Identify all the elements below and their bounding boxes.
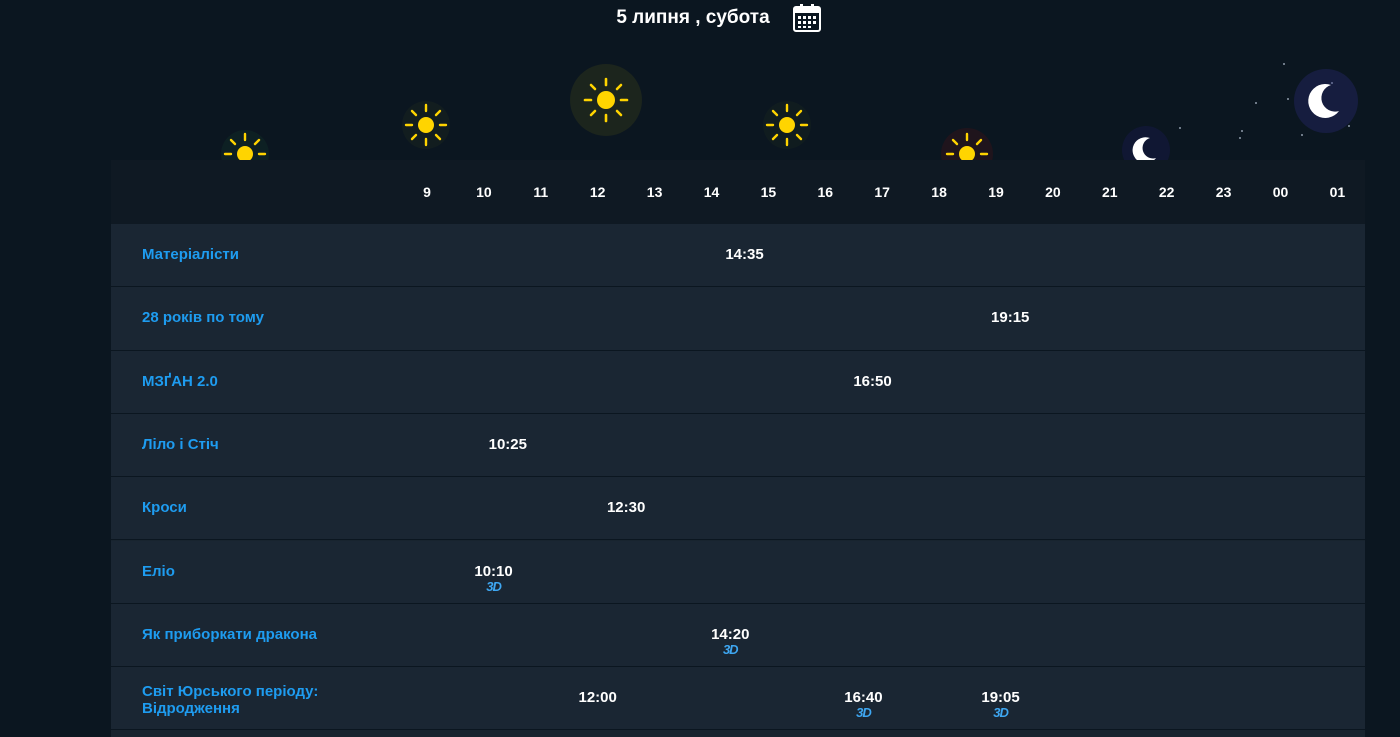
hour-label-19: 19 (988, 184, 1004, 200)
hours-header: 9 10 11 12 13 14 15 16 17 18 19 20 21 22 23 00 01 (111, 160, 1365, 224)
movie-title-link[interactable]: Світ Юрського періоду: Відродження (142, 683, 382, 717)
schedule-table: 9 10 11 12 13 14 15 16 17 18 19 20 21 22 23 00 01 Матері… (111, 160, 1365, 737)
moon-icon (1294, 69, 1358, 133)
date-label: 5 липня , субота (616, 7, 770, 28)
hour-label-20: 20 (1045, 184, 1061, 200)
movie-row: Як приборкати дракона 14:20 3D (111, 603, 1365, 668)
session-time-button[interactable]: 19:05 3D (981, 689, 1019, 720)
day-sky (111, 36, 1365, 160)
sun-icon (221, 130, 269, 160)
session-time: 12:30 (606, 499, 646, 517)
hour-label-16: 16 (817, 184, 834, 200)
sun-icon (570, 64, 642, 136)
hour-label-17: 17 (874, 184, 890, 200)
date-header: 5 липня , субота (0, 0, 1400, 36)
hour-label-18: 18 (931, 184, 947, 200)
movie-row: Еліо 10:10 3D (111, 540, 1365, 604)
session-time-button[interactable]: 19:15 (991, 309, 1029, 326)
format-3d-badge: 3D (856, 705, 872, 721)
hour-label-13: 13 (646, 184, 663, 200)
hour-label-00: 00 (1272, 184, 1289, 200)
session-time: 14:35 (725, 246, 764, 263)
movie-title-link[interactable]: Ліло і Стіч (142, 436, 382, 453)
session-time-button[interactable]: 14:20 3D (711, 626, 749, 657)
calendar-icon[interactable] (790, 1, 824, 35)
hour-label-15: 15 (760, 184, 777, 200)
session-time-button[interactable]: 14:35 (725, 246, 763, 263)
movie-title-link[interactable]: МЗҐАН 2.0 (142, 373, 382, 390)
movie-title-link[interactable]: Матеріалісти (142, 246, 382, 263)
movie-title-link[interactable]: Як приборкати дракона (142, 626, 382, 643)
format-3d-badge: 3D (722, 641, 739, 657)
session-time: 19:05 (981, 689, 1020, 707)
movie-row: МЗҐАН 2.0 16:50 (111, 350, 1365, 414)
movie-row: Світ Юрського періоду: Відродження 12:00 1… (111, 667, 1365, 731)
session-time: 10:10 (474, 562, 513, 580)
session-time-button[interactable]: 16:40 3D (844, 689, 882, 720)
sun-icon (763, 101, 811, 149)
hour-label-11: 11 (533, 184, 549, 200)
session-time-button[interactable]: 12:00 (579, 689, 617, 706)
movie-row: Кроси 12:30 (111, 477, 1365, 541)
movie-row: Матеріалісти 14:35 (111, 224, 1365, 288)
session-time-button[interactable]: 10:25 (489, 436, 527, 453)
session-time: 10:25 (488, 435, 527, 453)
session-time: 14:20 (711, 625, 750, 643)
hour-label-22: 22 (1158, 184, 1175, 200)
session-time-button[interactable]: 16:50 (853, 373, 891, 390)
format-3d-badge: 3D (993, 705, 1009, 721)
movie-title-link[interactable]: Еліо (142, 563, 382, 580)
session-time: 12:00 (578, 689, 617, 707)
session-time: 16:40 (844, 689, 883, 707)
session-time: 19:15 (991, 309, 1030, 327)
movie-row: Ліло і Стіч 10:25 (111, 413, 1365, 478)
hour-label-23: 23 (1215, 184, 1232, 200)
session-time-button[interactable]: 12:30 (607, 499, 645, 516)
movie-title-link[interactable]: 28 років по тому (142, 309, 382, 326)
hour-label-21: 21 (1102, 184, 1118, 200)
format-3d-badge: 3D (486, 578, 502, 594)
hour-label-14: 14 (703, 184, 720, 200)
session-time-button[interactable]: 10:10 3D (474, 563, 512, 594)
movie-title-link[interactable]: Кроси (142, 499, 382, 516)
hour-label-9: 9 (423, 184, 431, 200)
session-time: 16:50 (853, 372, 892, 390)
movie-row: 28 років по тому 19:15 (111, 287, 1365, 351)
hour-label-10: 10 (476, 184, 492, 200)
hour-label-01: 01 (1329, 184, 1346, 200)
sun-icon (941, 128, 993, 160)
moon-icon (1122, 126, 1170, 160)
hour-label-12: 12 (589, 184, 606, 200)
sun-icon (402, 101, 450, 149)
